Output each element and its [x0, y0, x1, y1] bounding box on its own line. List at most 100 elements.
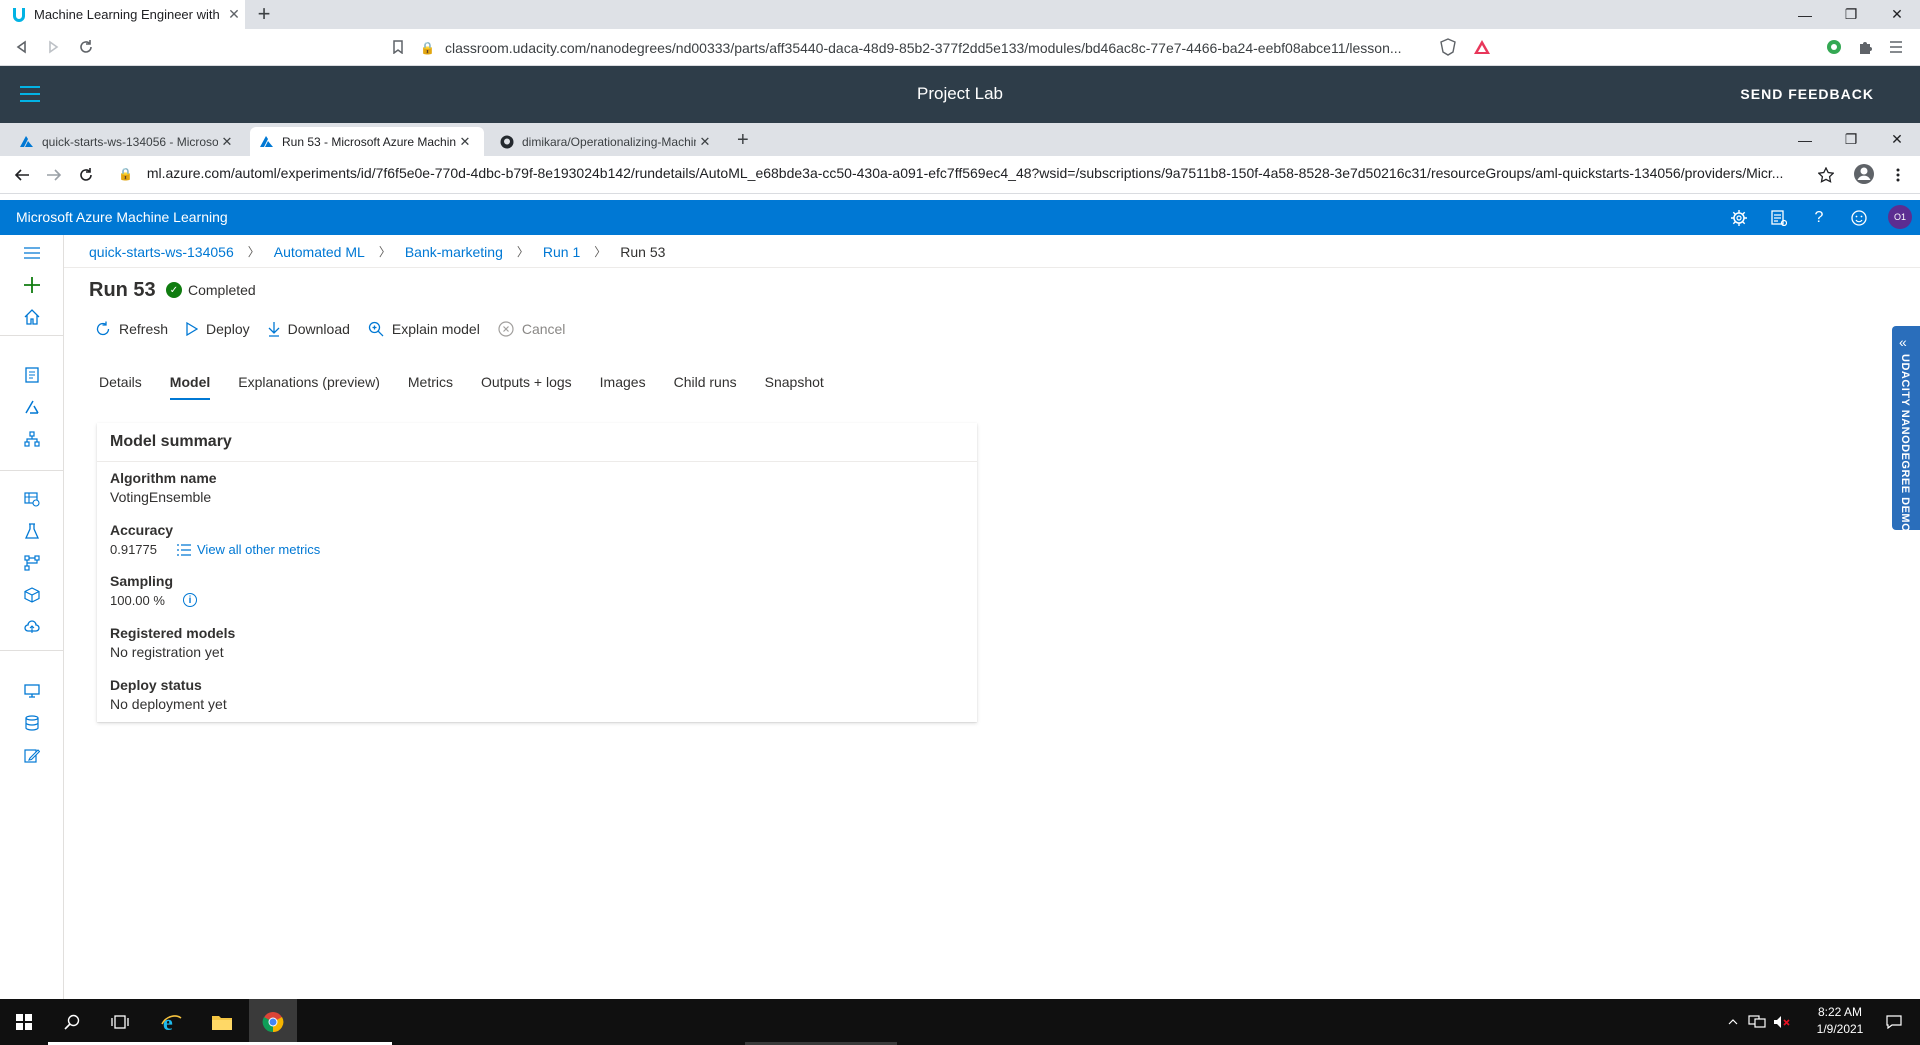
sampling-value: 100.00 % [110, 593, 165, 608]
view-all-metrics-link[interactable]: View all other metrics [177, 542, 320, 557]
back-icon[interactable] [10, 35, 34, 59]
close-window-icon[interactable]: ✕ [1874, 123, 1920, 156]
command-bar: Refresh Deploy Download Explain model Ca… [95, 321, 583, 337]
minimize-icon[interactable]: — [1782, 123, 1828, 156]
tab-details[interactable]: Details [99, 374, 142, 400]
inner-tab-run[interactable]: Run 53 - Microsoft Azure Machine ✕ [250, 127, 484, 156]
udacity-header: Project Lab SEND FEEDBACK [0, 66, 1920, 123]
download-icon [268, 321, 280, 337]
brave-shield-icon[interactable] [1436, 35, 1460, 59]
restore-icon[interactable]: ❐ [1828, 123, 1874, 156]
action-center-icon[interactable] [1870, 999, 1918, 1045]
datastores-icon[interactable] [20, 711, 44, 735]
close-icon[interactable]: ✕ [223, 6, 245, 23]
show-hidden-icons-chevron-icon[interactable] [1721, 999, 1745, 1045]
profile-icon[interactable] [1852, 162, 1876, 186]
reload-icon[interactable] [74, 163, 98, 187]
status-text: Completed [188, 282, 256, 298]
restore-icon[interactable]: ❐ [1828, 0, 1874, 29]
notebooks-icon[interactable] [20, 363, 44, 387]
tab-model[interactable]: Model [169, 374, 211, 400]
data-labeling-icon[interactable] [20, 743, 44, 767]
algorithm-value: VotingEnsemble [110, 489, 212, 505]
hamburger-icon[interactable] [20, 241, 44, 265]
divider [64, 267, 1920, 268]
forward-icon[interactable] [41, 35, 65, 59]
help-icon[interactable]: ? [1807, 206, 1831, 230]
minimize-icon[interactable]: — [1782, 0, 1828, 29]
deploy-status-value: No deployment yet [110, 696, 227, 712]
reload-icon[interactable] [74, 35, 98, 59]
refresh-button[interactable]: Refresh [95, 321, 168, 337]
pipelines-icon[interactable] [20, 551, 44, 575]
search-icon[interactable] [48, 999, 96, 1045]
left-rail [0, 235, 64, 999]
chrome-icon[interactable] [249, 999, 297, 1045]
menu-icon[interactable] [1884, 35, 1908, 59]
endpoints-cloud-icon[interactable] [20, 615, 44, 639]
network-icon[interactable] [1745, 999, 1769, 1045]
breadcrumb-parent-run[interactable]: Run 1 [543, 244, 580, 260]
close-icon[interactable]: ✕ [696, 134, 714, 150]
tab-explanations[interactable]: Explanations (preview) [238, 374, 380, 400]
star-icon[interactable] [1814, 163, 1838, 187]
inner-tab-github[interactable]: dimikara/Operationalizing-Machine ✕ [490, 127, 724, 156]
more-vert-icon[interactable] [1886, 163, 1910, 187]
tab-images[interactable]: Images [600, 374, 646, 400]
datasets-icon[interactable] [20, 487, 44, 511]
svg-text:e: e [163, 1011, 173, 1033]
compute-icon[interactable] [20, 679, 44, 703]
explain-label: Explain model [391, 321, 480, 337]
page-title: Run 53 [89, 279, 156, 301]
tab-snapshot[interactable]: Snapshot [765, 374, 824, 400]
tab-child-runs[interactable]: Child runs [674, 374, 737, 400]
create-new-plus-icon[interactable] [20, 273, 44, 297]
inner-tab-workspace[interactable]: quick-starts-ws-134056 - Microsoft ✕ [10, 127, 246, 156]
inner-url-text: ml.azure.com/automl/experiments/id/7f6f5… [146, 165, 1784, 181]
explain-model-button[interactable]: Explain model [368, 321, 480, 337]
outer-tab-udacity[interactable]: Machine Learning Engineer with M ✕ [0, 0, 245, 29]
breadcrumb-workspace[interactable]: quick-starts-ws-134056 [89, 244, 234, 260]
internet-explorer-icon[interactable]: e [147, 999, 195, 1045]
task-view-icon[interactable] [96, 999, 144, 1045]
model-summary-card: Model summary Algorithm name VotingEnsem… [97, 423, 977, 722]
home-icon[interactable] [20, 305, 44, 329]
new-tab-button[interactable]: + [252, 3, 276, 27]
forward-icon[interactable] [42, 163, 66, 187]
system-clock[interactable]: 8:22 AM 1/9/2021 [1800, 1004, 1880, 1038]
settings-gear-icon[interactable] [1727, 206, 1751, 230]
breadcrumb-automated-ml[interactable]: Automated ML [274, 244, 365, 260]
designer-icon[interactable] [20, 427, 44, 451]
close-window-icon[interactable]: ✕ [1874, 0, 1920, 29]
feedback-smiley-icon[interactable] [1847, 206, 1871, 230]
notifications-list-icon[interactable] [1767, 206, 1791, 230]
download-button[interactable]: Download [268, 321, 350, 337]
windows-start-icon[interactable] [0, 999, 48, 1045]
close-icon[interactable]: ✕ [456, 134, 474, 150]
file-explorer-icon[interactable] [198, 999, 246, 1045]
experiments-flask-icon[interactable] [20, 519, 44, 543]
send-feedback-button[interactable]: SEND FEEDBACK [1740, 86, 1874, 102]
brave-rewards-icon[interactable] [1470, 35, 1494, 59]
close-icon[interactable]: ✕ [218, 134, 236, 150]
automated-ml-icon[interactable] [20, 395, 44, 419]
back-icon[interactable] [10, 163, 34, 187]
inner-address-bar[interactable]: 🔒 ml.azure.com/automl/experiments/id/7f6… [118, 165, 1798, 181]
bookmark-icon[interactable] [386, 35, 410, 59]
tab-outputs-logs[interactable]: Outputs + logs [481, 374, 572, 400]
volume-muted-icon[interactable] [1770, 999, 1794, 1045]
tab-metrics[interactable]: Metrics [408, 374, 453, 400]
deploy-button[interactable]: Deploy [186, 321, 250, 337]
azure-app-title[interactable]: Microsoft Azure Machine Learning [16, 209, 228, 225]
models-cube-icon[interactable] [20, 583, 44, 607]
cancel-button[interactable]: Cancel [498, 321, 565, 337]
udacity-demo-side-tab[interactable]: « UDACITY NANODEGREE DEMO [1892, 326, 1920, 532]
breadcrumb-experiment[interactable]: Bank-marketing [405, 244, 503, 260]
outer-address-bar[interactable]: 🔒 classroom.udacity.com/nanodegrees/nd00… [420, 34, 1425, 61]
info-icon[interactable]: i [183, 593, 197, 607]
avatar[interactable]: O1 [1888, 205, 1912, 229]
run-tabs: Details Model Explanations (preview) Met… [99, 374, 852, 400]
extensions-puzzle-icon[interactable] [1854, 35, 1878, 59]
new-tab-button[interactable]: + [737, 129, 749, 152]
extension-green-icon[interactable] [1822, 35, 1846, 59]
